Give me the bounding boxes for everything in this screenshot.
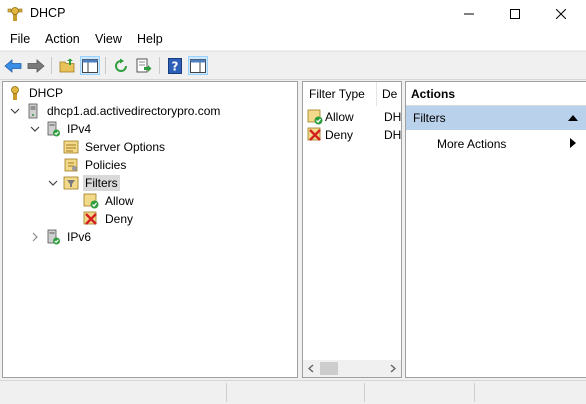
dhcp-server-icon — [7, 7, 23, 21]
tree-node-ipv6[interactable]: IPv6 — [45, 228, 93, 246]
show-hide-console-tree-icon — [82, 58, 98, 73]
collapse-chevron-icon[interactable] — [48, 178, 58, 188]
scroll-left-icon[interactable] — [307, 364, 315, 373]
cell-filter-type: Deny — [325, 128, 354, 142]
list-row-deny[interactable]: Deny — [307, 126, 353, 144]
export-list-button[interactable] — [134, 56, 154, 75]
forward-arrow-icon — [27, 58, 45, 73]
filters-funnel-icon — [63, 176, 79, 190]
tree-label: IPv4 — [67, 122, 92, 136]
tree-node-policies[interactable]: Policies — [63, 156, 128, 174]
cell-description: DH — [384, 128, 402, 142]
policies-icon — [64, 158, 78, 172]
tree-label: Allow — [105, 194, 134, 208]
up-folder-icon — [59, 58, 75, 73]
expand-chevron-icon[interactable] — [30, 232, 40, 242]
tree-label: DHCP — [29, 86, 64, 100]
actions-group-filters[interactable]: Filters — [406, 106, 586, 130]
ipv4-server-icon — [47, 121, 60, 137]
menu-bar: File Action View Help — [0, 28, 586, 50]
tree-label: dhcp1.ad.activedirectorypro.com — [47, 104, 221, 118]
help-icon: ? — [168, 57, 182, 74]
collapse-chevron-icon[interactable] — [10, 106, 20, 116]
tree-node-server[interactable]: dhcp1.ad.activedirectorypro.com — [25, 102, 222, 120]
status-bar — [0, 380, 586, 404]
tree-node-dhcp[interactable]: DHCP — [7, 84, 65, 102]
show-hide-action-pane-icon — [190, 58, 206, 73]
close-button[interactable] — [538, 0, 584, 28]
collapse-chevron-icon[interactable] — [30, 124, 40, 134]
menu-view[interactable]: View — [95, 32, 122, 46]
column-header-filter-type[interactable]: Filter Type — [303, 82, 377, 106]
tree-label: Policies — [85, 158, 127, 172]
ipv6-server-icon — [47, 229, 60, 245]
scroll-right-icon[interactable] — [389, 364, 397, 373]
more-actions-label: More Actions — [437, 137, 507, 151]
maximize-icon — [510, 9, 520, 19]
scrollbar-thumb[interactable] — [320, 362, 338, 375]
console-tree-pane[interactable]: DHCP dhcp1.ad.activedirectorypro.com IPv… — [2, 81, 298, 378]
tree-node-deny[interactable]: Deny — [83, 210, 135, 228]
tree-label: Filters — [83, 175, 120, 191]
back-arrow-icon — [4, 58, 22, 73]
window-title: DHCP — [30, 6, 66, 20]
cell-description: DH — [384, 110, 402, 124]
server-options-icon — [63, 140, 79, 154]
refresh-icon — [115, 58, 127, 72]
column-header-description[interactable]: De — [377, 82, 401, 106]
actions-group-label: Filters — [413, 111, 446, 125]
up-one-level-button[interactable] — [57, 56, 77, 75]
close-icon — [556, 9, 566, 19]
dhcp-root-icon — [11, 86, 19, 100]
allow-filter-icon — [307, 109, 323, 125]
actions-title: Actions — [406, 82, 586, 106]
actions-pane: Actions Filters More Actions — [405, 81, 586, 378]
more-actions-item[interactable]: More Actions — [437, 135, 506, 153]
toolbar: ? — [0, 51, 586, 80]
collapse-up-triangle-icon[interactable] — [568, 115, 578, 121]
deny-filter-icon — [83, 211, 97, 225]
tree-node-server-options[interactable]: Server Options — [63, 138, 167, 156]
refresh-button[interactable] — [111, 56, 131, 75]
allow-filter-icon — [83, 193, 99, 209]
menu-action[interactable]: Action — [45, 32, 80, 46]
tree-label: Server Options — [85, 140, 166, 154]
tree-node-filters[interactable]: Filters — [63, 174, 120, 192]
cell-filter-type: Allow — [325, 110, 354, 124]
back-button[interactable] — [3, 56, 23, 75]
tree-label: Deny — [105, 212, 134, 226]
server-icon — [28, 103, 38, 119]
tree-node-allow[interactable]: Allow — [83, 192, 136, 210]
result-list-pane[interactable]: Filter Type De Allow DH Deny DH — [302, 81, 402, 378]
title-bar[interactable]: DHCP — [0, 0, 586, 28]
menu-help[interactable]: Help — [137, 32, 163, 46]
horizontal-scrollbar[interactable] — [303, 360, 401, 377]
menu-file[interactable]: File — [10, 32, 30, 46]
export-list-icon — [136, 58, 152, 72]
show-hide-console-tree-button[interactable] — [80, 56, 100, 75]
forward-button[interactable] — [26, 56, 46, 75]
deny-filter-icon — [307, 127, 321, 141]
svg-text:?: ? — [172, 59, 179, 73]
tree-label: IPv6 — [67, 230, 92, 244]
mmc-window: DHCP File Action View Help ? DHCP dhcp1.… — [0, 0, 586, 404]
help-button[interactable]: ? — [165, 56, 185, 75]
maximize-button[interactable] — [492, 0, 538, 28]
list-row-allow[interactable]: Allow — [307, 108, 354, 126]
minimize-button[interactable] — [446, 0, 492, 28]
show-hide-action-pane-button[interactable] — [188, 56, 208, 75]
submenu-arrow-icon[interactable] — [570, 138, 576, 148]
minimize-icon — [464, 13, 474, 15]
tree-node-ipv4[interactable]: IPv4 — [45, 120, 93, 138]
